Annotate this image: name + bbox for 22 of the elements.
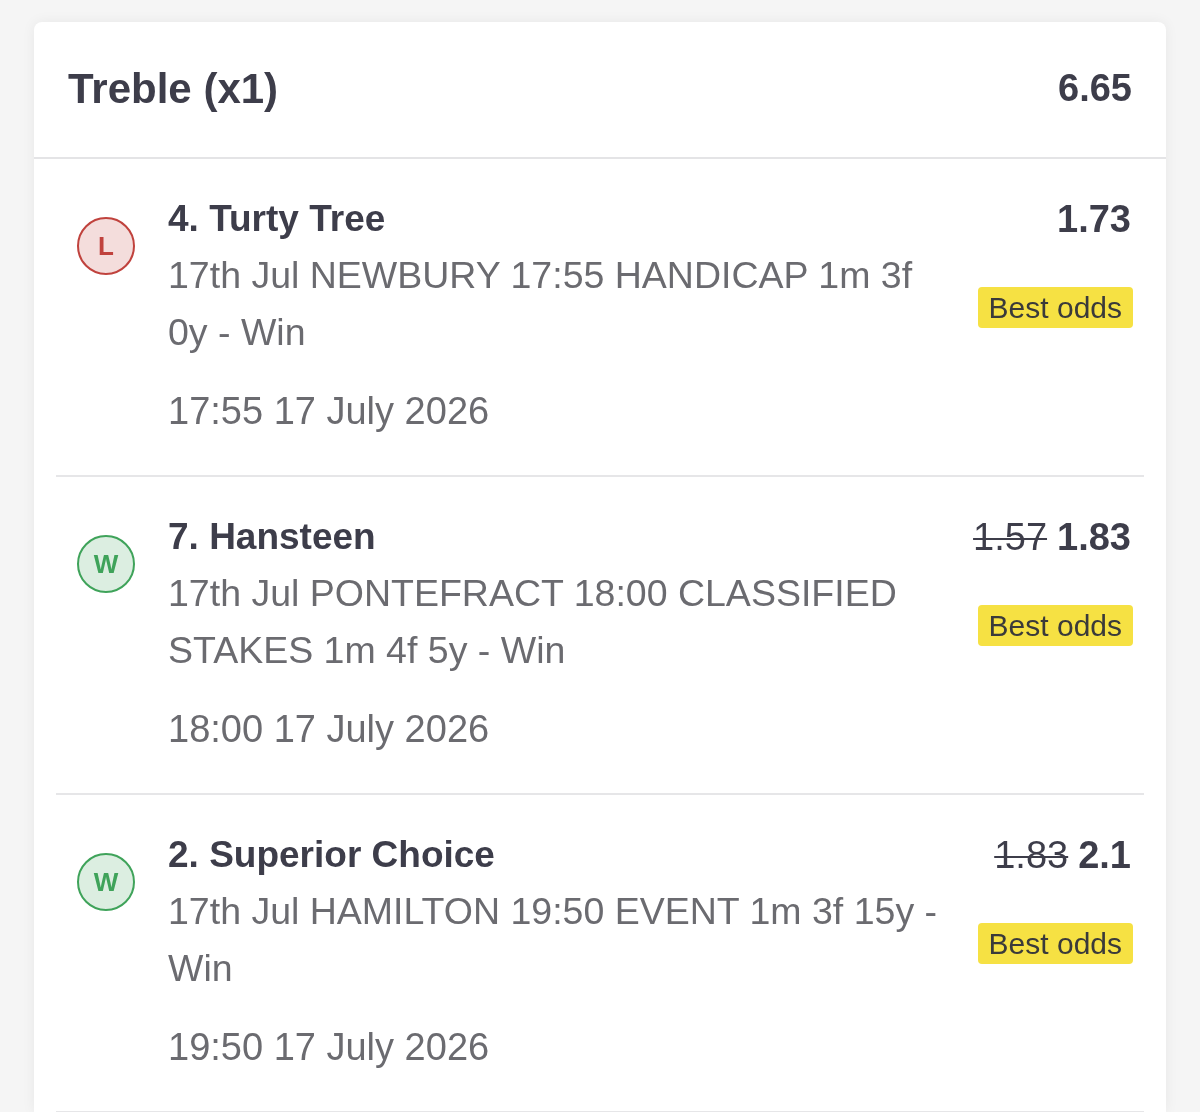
bet-title: Treble (x1): [68, 64, 279, 113]
race-description: 17th Jul NEWBURY 17:55 HANDICAP 1m 3f 0y - Win: [168, 253, 914, 355]
total-odds: 6.65: [1058, 67, 1132, 110]
result-badge-icon: W: [77, 853, 135, 911]
race-description: 17th Jul HAMILTON 19:50 EVENT 1m 3f 15y - Win: [168, 889, 939, 991]
race-time: 18:00 17 July 2026: [168, 707, 490, 752]
race-description: 17th Jul PONTEFRACT 18:00 CLASSIFIED STAKES 1m 4f 5y - Win: [168, 571, 898, 673]
previous-odds: 1.57: [973, 515, 1048, 559]
best-odds-tag: Best odds: [977, 287, 1133, 328]
race-time: 19:50 17 July 2026: [168, 1025, 490, 1070]
result-badge-icon: L: [77, 217, 135, 275]
previous-odds: 1.83: [994, 833, 1069, 877]
odds: 1.83: [1057, 515, 1131, 559]
selection-name: 4. Turty Tree: [168, 197, 386, 241]
selection-name: 2. Superior Choice: [168, 833, 495, 877]
result-badge-icon: W: [77, 535, 135, 593]
selection-name: 7. Hansteen: [168, 515, 376, 559]
best-odds-tag: Best odds: [977, 605, 1133, 646]
best-odds-tag: Best odds: [977, 923, 1133, 964]
odds: 2.1: [1078, 833, 1131, 877]
odds: 1.73: [1057, 197, 1131, 241]
race-time: 17:55 17 July 2026: [168, 389, 490, 434]
